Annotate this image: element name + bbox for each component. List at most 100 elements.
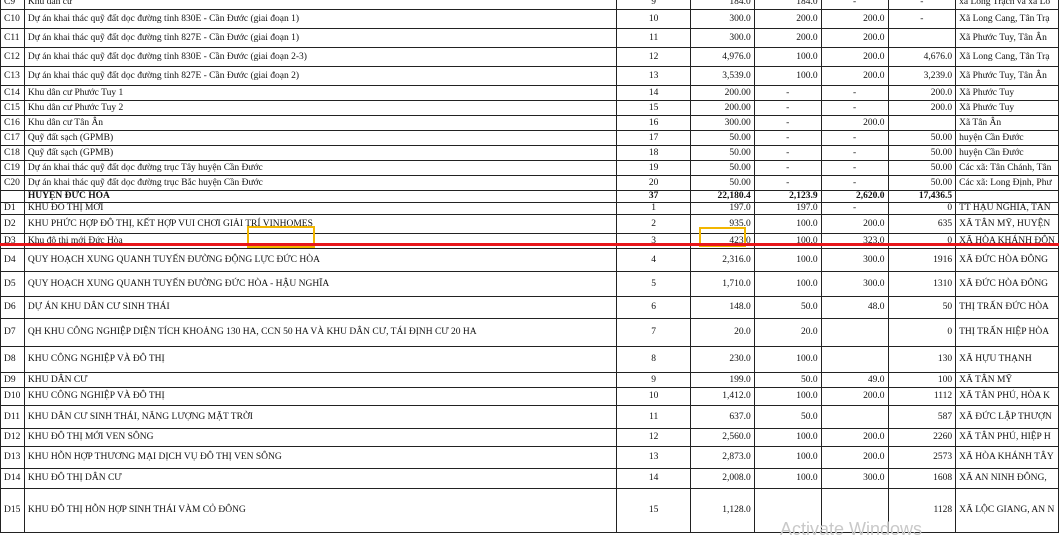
row-phase-3: 1916: [887, 248, 957, 272]
row-phase-1: 100.0: [753, 47, 822, 67]
row-name: Khu đô thị mới Đức Hòa: [23, 233, 617, 249]
row-code: D4: [0, 248, 25, 272]
row-phase-2: -: [820, 130, 889, 146]
row-name: KHU ĐÔ THỊ MỚI VEN SÔNG: [23, 428, 617, 447]
row-code: C15: [0, 100, 25, 116]
row-phase-3: 2573: [887, 446, 957, 469]
row-location: THỊ TRẤN HIỆP HÒA: [955, 318, 1059, 347]
row-location: XÃ ĐỨC LẬP THƯỢN: [955, 405, 1059, 429]
row-name: KHU DÂN CƯ: [23, 372, 617, 388]
row-location: XÃ ĐỨC HÒA ĐÔNG: [955, 271, 1059, 297]
row-phase-3: 0: [887, 233, 957, 249]
row-phase-1: -: [753, 100, 822, 116]
table-row: C15 Khu dân cư Phước Tuy 2 15 200.00- -200.0…: [0, 100, 1059, 116]
row-name: DỰ ÁN KHU DÂN CƯ SINH THÁI: [23, 296, 617, 319]
row-phase-2: 200.0: [820, 387, 889, 406]
row-location: Xã Tân Ân: [955, 115, 1059, 131]
row-name: KHU DÂN CƯ SINH THÁI, NĂNG LƯỢNG MẶT TRỜ…: [23, 405, 617, 429]
row-phase-2: -: [820, 160, 889, 176]
table-row: C9 Khu dân cư 9 184.0 184.0- - xã Long Trạch v…: [0, 0, 1059, 10]
row-index: 11: [615, 28, 692, 48]
row-name: Khu dân cư Phước Tuy 2: [23, 100, 617, 116]
row-index: 9: [615, 0, 692, 10]
table-row: D11 KHU DÂN CƯ SINH THÁI, NĂNG LƯỢNG MẶT …: [0, 405, 1059, 429]
row-location: XÃ TÂN MỸ, HUYỆN: [955, 214, 1059, 234]
row-index: 6: [615, 296, 692, 319]
row-name: KHU ĐÔ THỊ HỖN HỢP SINH THÁI VÀM CỎ ĐÔNG: [23, 488, 617, 533]
row-phase-3: 50.00: [887, 130, 957, 146]
row-phase-3: 17,436.5: [887, 190, 957, 203]
row-code: D10: [0, 387, 25, 406]
row-phase-3: 1310: [887, 271, 957, 297]
row-phase-2: 200.0: [820, 28, 889, 48]
row-phase-3: 130: [887, 346, 957, 373]
table-row: C18 Quỹ đất sạch (GPMB) 18 50.00- -50.00 huyệ…: [0, 145, 1059, 161]
row-phase-2: [820, 346, 889, 373]
row-phase-3: 635: [887, 214, 957, 234]
row-location: XÃ HÒA KHÁNH TÂY: [955, 446, 1059, 469]
row-location: XÃ HỰU THẠNH: [955, 346, 1059, 373]
row-total-area: 935.0: [690, 214, 755, 234]
table-row: D8 KHU CÔNG NGHIỆP VÀ ĐÔ THỊ 8 230.0 100.0 13…: [0, 346, 1059, 373]
row-total-area: 50.00: [690, 145, 755, 161]
row-phase-2: 200.0: [820, 446, 889, 469]
table-row: D12 KHU ĐÔ THỊ MỚI VEN SÔNG 12 2,560.0 100.0…: [0, 428, 1059, 447]
row-total-area: 2,873.0: [690, 446, 755, 469]
row-phase-1: 100.0: [753, 346, 822, 373]
row-total-area: 50.00: [690, 160, 755, 176]
row-phase-2: 200.0: [820, 428, 889, 447]
row-phase-1: 50.0: [753, 372, 822, 388]
row-location: XÃ TÂN PHÚ, HÒA K: [955, 387, 1059, 406]
table-row: D4 QUY HOẠCH XUNG QUANH TUYẾN ĐƯỜNG ĐỘNG …: [0, 248, 1059, 272]
row-location: huyện Cần Đước: [955, 145, 1059, 161]
row-index: 5: [615, 271, 692, 297]
row-phase-3: 2260: [887, 428, 957, 447]
row-code: D2: [0, 214, 25, 234]
row-phase-1: 20.0: [753, 318, 822, 347]
row-index: 18: [615, 145, 692, 161]
table-row: C19 Dự án khai thác quỹ đất dọc đường trụ…: [0, 160, 1059, 176]
row-total-area: 50.00: [690, 175, 755, 191]
row-phase-1: -: [753, 115, 822, 131]
row-total-area: 22,180.4: [690, 190, 755, 203]
row-phase-1: 100.0: [753, 468, 822, 489]
row-phase-2: 200.0: [820, 9, 889, 29]
row-index: 37: [615, 190, 692, 203]
row-name: Khu dân cư: [23, 0, 617, 10]
table-body: C9 Khu dân cư 9 184.0 184.0- - xã Long Trạch v…: [0, 0, 1059, 533]
row-phase-1: 2,123.9: [753, 190, 822, 203]
group-row: HUYỆN ĐỨC HÒA 37 22,180.4 2,123.9 2,620.0 17,…: [0, 190, 1059, 203]
row-code: D14: [0, 468, 25, 489]
row-total-area: 4,976.0: [690, 47, 755, 67]
row-phase-2: -: [820, 100, 889, 116]
row-total-area: 1,412.0: [690, 387, 755, 406]
row-code: D12: [0, 428, 25, 447]
row-code: C16: [0, 115, 25, 131]
row-total-area: 50.00: [690, 130, 755, 146]
row-phase-3: 3,239.0: [887, 66, 957, 86]
row-code: C14: [0, 85, 25, 101]
row-total-area: 1,710.0: [690, 271, 755, 297]
row-location: xã Long Trạch và xã Lo: [955, 0, 1059, 10]
table-row: C17 Quỹ đất sạch (GPMB) 17 50.00- -50.00 huyệ…: [0, 130, 1059, 146]
row-phase-2: 300.0: [820, 248, 889, 272]
row-index: 2: [615, 214, 692, 234]
row-phase-2: 2,620.0: [820, 190, 889, 203]
row-phase-1: -: [753, 130, 822, 146]
table-row: C16 Khu dân cư Tân Ân 16 300.00-200.0 Xã Tân…: [0, 115, 1059, 131]
row-index: 3: [615, 233, 692, 249]
row-phase-3: 50: [887, 296, 957, 319]
row-code: C20: [0, 175, 25, 191]
row-code: D5: [0, 271, 25, 297]
row-location: XÃ ĐỨC HÒA ĐÔNG: [955, 248, 1059, 272]
row-phase-1: 100.0: [753, 233, 822, 249]
row-total-area: 2,560.0: [690, 428, 755, 447]
row-phase-2: 200.0: [820, 214, 889, 234]
table-row: D10 KHU CÔNG NGHIỆP VÀ ĐÔ THỊ 10 1,412.0 100…: [0, 387, 1059, 406]
table-row: C20 Dự án khai thác quỹ đất dọc đường trụ…: [0, 175, 1059, 191]
row-total-area: 20.0: [690, 318, 755, 347]
row-name: HUYỆN ĐỨC HÒA: [23, 190, 617, 203]
row-phase-3: 1608: [887, 468, 957, 489]
row-phase-2: 323.0: [820, 233, 889, 249]
row-name: Dự án khai thác quỹ đất dọc đường tỉnh 8…: [23, 66, 617, 86]
